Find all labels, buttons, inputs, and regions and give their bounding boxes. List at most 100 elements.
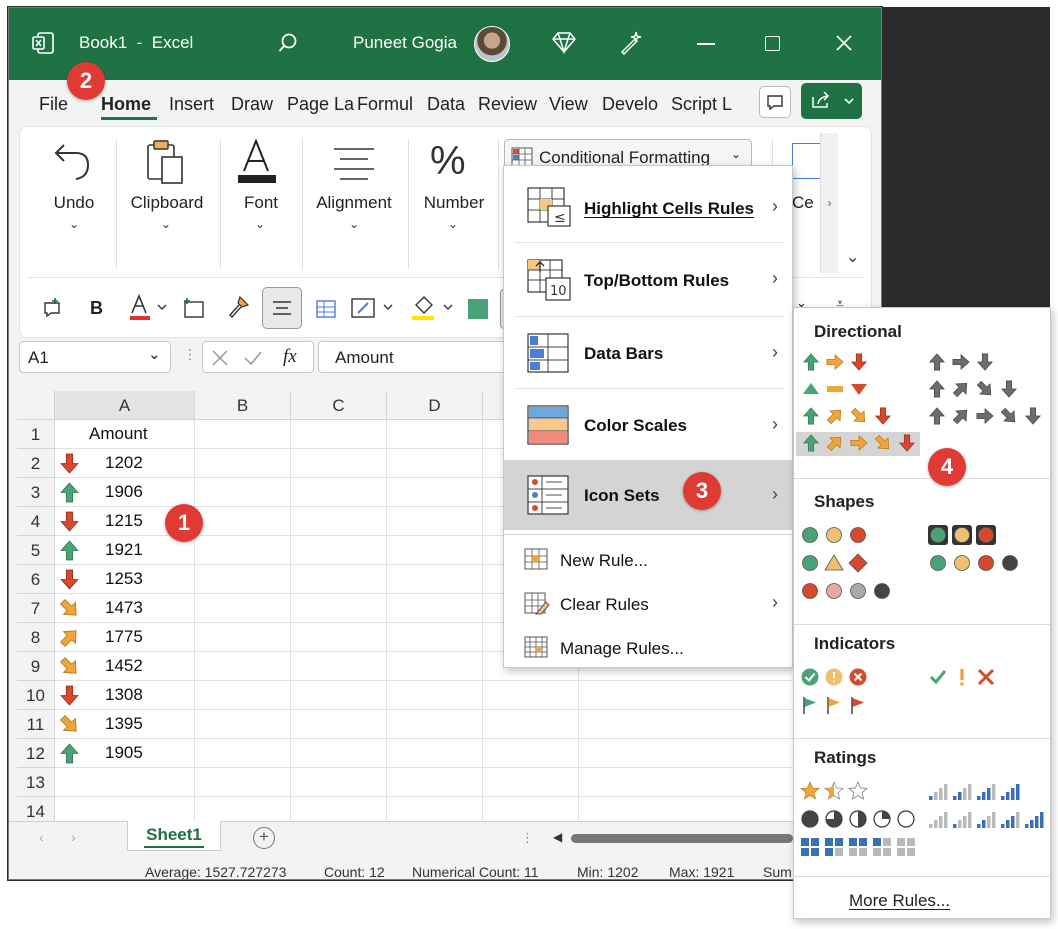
icon-set-3-symbols[interactable] <box>924 666 1048 690</box>
tab-insert[interactable]: Insert <box>169 94 214 115</box>
cells-label[interactable]: Ce <box>792 193 822 213</box>
fill-color-icon[interactable] <box>410 293 458 326</box>
row-header-2[interactable]: 2 <box>17 449 55 478</box>
column-header-c[interactable]: C <box>291 391 387 420</box>
menu-item-top-bottom-rules[interactable]: 10 Top/Bottom Rules › <box>504 244 792 316</box>
row-header-12[interactable]: 12 <box>17 739 55 768</box>
row-header-3[interactable]: 3 <box>17 478 55 507</box>
more-rules-link[interactable]: More Rules... <box>849 891 950 911</box>
ribbon-scroll-right-icon[interactable]: › <box>820 133 838 273</box>
icon-set-directional-color-3[interactable] <box>796 405 920 429</box>
icon-set-3-symbols-circled[interactable] <box>796 666 920 690</box>
column-header-a[interactable]: A <box>55 391 195 420</box>
icon-set-directional-gray-3[interactable] <box>924 405 1048 429</box>
menu-item-highlight-cells-rules[interactable]: ≤ Highlight Cells Rules › <box>504 172 792 244</box>
center-align-button[interactable] <box>262 287 302 329</box>
row-header-9[interactable]: 9 <box>17 652 55 681</box>
row-header-6[interactable]: 6 <box>17 565 55 594</box>
alignment-label[interactable]: Alignment <box>308 193 400 213</box>
icon-set-5-quarters[interactable] <box>796 808 920 832</box>
tab-file[interactable]: File <box>39 94 68 115</box>
row-header-11[interactable]: 11 <box>17 710 55 739</box>
row-header-4[interactable]: 4 <box>17 507 55 536</box>
font-label[interactable]: Font <box>226 193 296 213</box>
close-button[interactable] <box>835 34 853 55</box>
avatar[interactable] <box>474 26 510 62</box>
menu-item-clear-rules[interactable]: Clear Rules › <box>504 582 792 626</box>
undo-dropdown-icon[interactable]: ⌄ <box>69 217 79 231</box>
tab-developer[interactable]: Develo <box>602 94 658 115</box>
cell-a2[interactable]: 1202 <box>105 453 143 473</box>
alignment-icon[interactable] <box>332 145 376 184</box>
ribbon-expand-icon[interactable]: ⌄ <box>846 247 859 267</box>
cell-a6[interactable]: 1253 <box>105 569 143 589</box>
diamond-icon[interactable] <box>551 30 577 57</box>
clipboard-dropdown-icon[interactable]: ⌄ <box>161 217 171 231</box>
chevron-down-icon[interactable]: ⌄ <box>148 345 161 363</box>
cell-a8[interactable]: 1775 <box>105 627 143 647</box>
font-dropdown-icon[interactable]: ⌄ <box>255 217 265 231</box>
cells-icon[interactable] <box>792 143 822 179</box>
cell-a1[interactable]: Amount <box>89 424 148 444</box>
number-dropdown-icon[interactable]: ⌄ <box>448 217 458 231</box>
tab-formulas[interactable]: Formul <box>357 94 413 115</box>
search-icon[interactable] <box>277 32 299 57</box>
icon-set-directional-color-1[interactable] <box>796 351 920 375</box>
select-all-corner[interactable] <box>17 391 55 420</box>
share-button[interactable] <box>801 83 862 119</box>
cell-a11[interactable]: 1395 <box>105 714 143 734</box>
cell-a12[interactable]: 1905 <box>105 743 143 763</box>
row-header-13[interactable]: 13 <box>17 768 55 797</box>
row-header-8[interactable]: 8 <box>17 623 55 652</box>
name-box[interactable]: A1 ⌄ <box>19 341 171 373</box>
percent-icon[interactable]: % <box>430 139 466 184</box>
clipboard-icon[interactable] <box>142 139 186 190</box>
icon-set-directional-color-2[interactable] <box>796 378 920 402</box>
bold-icon[interactable]: B <box>90 298 103 319</box>
menu-item-icon-sets[interactable]: Icon Sets › <box>504 460 792 530</box>
cell-a4[interactable]: 1215 <box>105 511 143 531</box>
icon-set-red-to-black[interactable] <box>796 580 920 604</box>
row-header-1[interactable]: 1 <box>17 420 55 449</box>
icon-set-3-traffic-lights-rimmed[interactable] <box>924 524 1048 548</box>
comments-button[interactable] <box>759 86 791 118</box>
icon-set-directional-color-4[interactable] <box>796 432 920 456</box>
scroll-left-icon[interactable]: ◀ <box>553 830 562 844</box>
icon-set-directional-gray-2[interactable] <box>924 378 1048 402</box>
column-header-b[interactable]: B <box>195 391 291 420</box>
menu-item-data-bars[interactable]: Data Bars › <box>504 318 792 390</box>
tab-script-lab[interactable]: Script L <box>671 94 732 115</box>
prev-sheet-icon[interactable]: ‹ <box>39 829 44 845</box>
minimize-button[interactable] <box>697 43 715 45</box>
icon-set-3-traffic-lights[interactable] <box>796 524 920 548</box>
magic-wand-icon[interactable] <box>619 29 645 58</box>
icon-set-4-traffic-lights[interactable] <box>924 552 1048 576</box>
tab-draw[interactable]: Draw <box>231 94 273 115</box>
icon-set-5-boxes[interactable] <box>796 836 920 860</box>
icon-set-3-stars[interactable] <box>796 780 920 804</box>
tab-page-layout[interactable]: Page La <box>287 94 354 115</box>
format-painter-icon[interactable] <box>226 295 252 324</box>
horizontal-scrollbar[interactable] <box>571 834 793 843</box>
cell-fill-swatch-icon[interactable] <box>468 299 488 319</box>
tab-view[interactable]: View <box>549 94 588 115</box>
menu-item-new-rule[interactable]: New Rule... <box>504 538 792 582</box>
format-as-table-icon[interactable] <box>314 295 338 324</box>
maximize-button[interactable] <box>765 36 780 51</box>
number-label[interactable]: Number <box>414 193 494 213</box>
column-header-d[interactable]: D <box>387 391 483 420</box>
cell-a5[interactable]: 1921 <box>105 540 143 560</box>
row-header-5[interactable]: 5 <box>17 536 55 565</box>
add-sheet-button[interactable]: + <box>253 827 275 849</box>
cell-a10[interactable]: 1308 <box>105 685 143 705</box>
enter-icon[interactable] <box>243 349 263 367</box>
icon-set-directional-gray-1[interactable] <box>924 351 1048 375</box>
insert-table-icon[interactable] <box>182 297 206 322</box>
tab-review[interactable]: Review <box>478 94 537 115</box>
next-sheet-icon[interactable]: › <box>71 829 76 845</box>
row-header-10[interactable]: 10 <box>17 681 55 710</box>
row-header-7[interactable]: 7 <box>17 594 55 623</box>
tab-data[interactable]: Data <box>427 94 465 115</box>
cell-styles-icon[interactable] <box>350 295 398 324</box>
insert-function-icon[interactable]: fx <box>283 346 297 368</box>
